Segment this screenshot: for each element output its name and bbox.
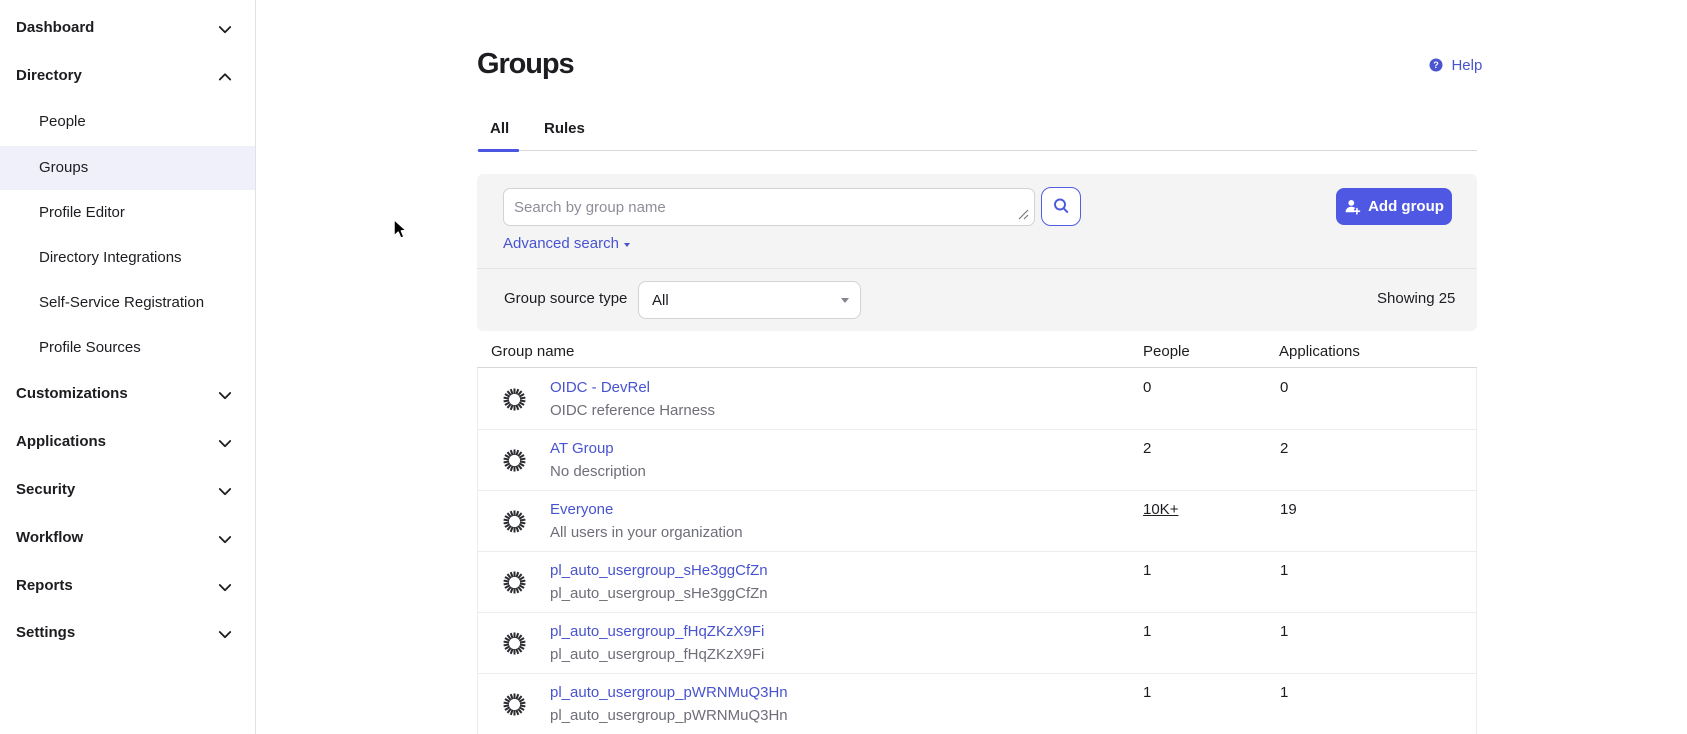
svg-text:?: ? (1433, 60, 1439, 70)
